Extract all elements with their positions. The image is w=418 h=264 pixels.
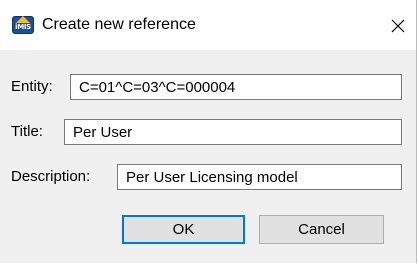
- ok-button[interactable]: OK: [122, 215, 245, 244]
- close-icon: [391, 19, 405, 33]
- description-field[interactable]: [117, 164, 402, 190]
- close-button[interactable]: [386, 14, 410, 38]
- description-label: Description:: [11, 168, 91, 185]
- dialog-content: Entity: Title: Description: OK Cancel: [0, 50, 416, 263]
- imis-app-icon: iMIS: [12, 16, 34, 34]
- create-reference-dialog: iMIS Create new reference Entity: Title:…: [0, 0, 417, 263]
- cancel-button[interactable]: Cancel: [259, 215, 384, 244]
- entity-label: Entity:: [11, 78, 53, 95]
- entity-field[interactable]: [70, 74, 402, 100]
- title-bar: iMIS Create new reference: [0, 0, 416, 50]
- window-title: Create new reference: [42, 16, 196, 33]
- title-label: Title:: [11, 123, 43, 140]
- title-field[interactable]: [64, 119, 402, 145]
- app-icon-text: iMIS: [15, 23, 31, 31]
